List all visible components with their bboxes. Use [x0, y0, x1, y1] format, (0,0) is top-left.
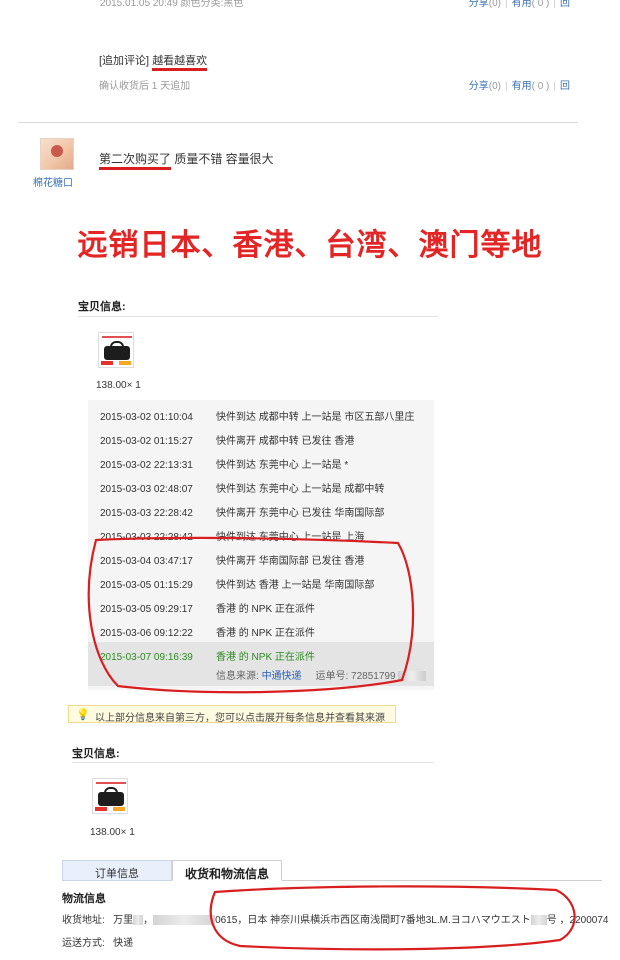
tracking-row[interactable]: 2015-03-07 09:16:39 香港 的 NPK 正在派件 — [100, 648, 315, 663]
carrier-link[interactable]: 中通快递 — [262, 671, 302, 682]
tracking-row[interactable]: 2015-03-05 01:15:29 快件到达 香港 上一站是 华南国际部 — [100, 576, 374, 591]
third-party-notice: 💡 以上部分信息来自第三方，您可以点击展开每条信息并查看其来源 — [68, 705, 396, 724]
tracking-row[interactable]: 2015-03-02 22:13:31 快件到达 东莞中心 上一站是 * — [100, 456, 348, 471]
tracking-status: 快件离开 华南国际部 已发往 香港 — [216, 556, 365, 567]
second-review-rest: 质量不错 容量很大 — [171, 152, 274, 166]
followup-comment: [追加评论] 越看越喜欢 — [99, 52, 208, 71]
followup-text: 越看越喜欢 — [152, 55, 208, 71]
tracking-row[interactable]: 2015-03-05 09:29:17 香港 的 NPK 正在派件 — [100, 600, 315, 615]
tracking-status: 快件到达 东莞中心 上一站是 成都中转 — [216, 484, 385, 495]
tracking-row[interactable]: 2015-03-03 22:28:42 快件到达 东莞中心 上一站是 上海 — [100, 528, 364, 543]
item-info-divider — [78, 316, 438, 317]
followup-label: [追加评论] — [99, 55, 150, 67]
share-link[interactable]: 分享 — [469, 0, 489, 9]
address-label: 收货地址: — [62, 915, 105, 926]
reviewer-name[interactable]: 棉花糖口 — [33, 174, 73, 189]
followup-meta: 确认收货后 1 天追加 — [99, 81, 191, 92]
tracking-time: 2015-03-02 22:13:31 — [100, 460, 193, 471]
reply-link[interactable]: 回 — [560, 81, 570, 92]
tab-shipping-info[interactable]: 收货和物流信息 — [172, 860, 282, 881]
waybill-redaction — [397, 671, 426, 682]
useful-link[interactable]: 有用 — [512, 0, 532, 9]
product-thumbnail-2[interactable] — [92, 778, 128, 814]
tracking-status: 香港 的 NPK 正在派件 — [216, 628, 315, 639]
tracking-row[interactable]: 2015-03-02 01:15:27 快件离开 成都中转 已发往 香港 — [100, 432, 354, 447]
item-price-qty: 138.00× 1 — [96, 380, 141, 391]
item-info-title: 宝贝信息: — [78, 301, 126, 313]
tracking-source: 信息来源: 中通快递 运单号: 72851799 — [216, 667, 426, 682]
review-divider — [18, 122, 578, 123]
notice-text: 以上部分信息来自第三方，您可以点击展开每条信息并查看其来源 — [95, 713, 385, 724]
second-review: 第二次购买了 质量不错 容量很大 — [99, 150, 274, 170]
phone-redaction — [153, 915, 216, 926]
share-link[interactable]: 分享 — [469, 81, 489, 92]
followup-actions: 分享(0) | 有用( 0 ) | 回 — [468, 81, 570, 92]
tracking-time: 2015-03-04 03:47:17 — [100, 556, 193, 567]
address-redaction — [530, 915, 547, 926]
share-count: (0) — [488, 0, 501, 9]
address-row: 收货地址: 万里， 0615，日本 神奈川県横浜市西区南浅間町7番地3L.M.ヨコ… — [62, 915, 609, 926]
item-info-divider-2 — [72, 762, 434, 763]
tracking-time: 2015-03-03 02:48:07 — [100, 484, 193, 495]
tracking-status: 香港 的 NPK 正在派件 — [216, 652, 315, 663]
reply-link[interactable]: 回 — [560, 0, 570, 9]
tracking-time: 2015-03-05 01:15:29 — [100, 580, 193, 591]
item-price-qty-2: 138.00× 1 — [90, 827, 135, 838]
useful-count: ( 0 ) — [531, 81, 550, 92]
address-text: 日本 神奈川県横浜市西区南浅間町7番地3L.M.ヨコハマウエスト — [247, 915, 531, 926]
promo-banner: 远销日本、香港、台湾、澳门等地 — [77, 228, 543, 263]
tracking-row[interactable]: 2015-03-06 09:12:22 香港 的 NPK 正在派件 — [100, 624, 315, 639]
tracking-time: 2015-03-03 22:28:42 — [100, 532, 193, 543]
tab-order-info[interactable]: 订单信息 — [62, 860, 172, 881]
tracking-row[interactable]: 2015-03-03 22:28:42 快件离开 东莞中心 已发往 华南国际部 — [100, 504, 384, 519]
phone-end: 0615 — [215, 915, 238, 926]
useful-link[interactable]: 有用 — [512, 81, 532, 92]
tracking-time: 2015-03-05 09:29:17 — [100, 604, 193, 615]
tracking-row[interactable]: 2015-03-02 01:10:04 快件到达 成都中转 上一站是 市区五部八里… — [100, 408, 414, 423]
tracking-status: 快件离开 东莞中心 已发往 华南国际部 — [216, 508, 385, 519]
source-label: 信息来源: — [216, 671, 259, 682]
postcode: 2200074 — [569, 915, 609, 926]
waybill-number: 72851799 — [351, 671, 396, 682]
item-info-title-2: 宝贝信息: — [72, 748, 120, 760]
reviewer-avatar[interactable] — [40, 138, 74, 170]
product-thumbnail[interactable] — [98, 332, 134, 368]
tracking-time: 2015-03-02 01:10:04 — [100, 412, 193, 423]
name-redaction — [133, 915, 144, 926]
tracking-status: 快件离开 成都中转 已发往 香港 — [216, 436, 355, 447]
tracking-status: 香港 的 NPK 正在派件 — [216, 604, 315, 615]
logistics-title: 物流信息 — [62, 893, 106, 905]
tracking-status: 快件到达 成都中转 上一站是 市区五部八里庄 — [216, 412, 415, 423]
tracking-status: 快件到达 东莞中心 上一站是 上海 — [216, 532, 365, 543]
useful-count: ( 0 ) — [531, 0, 550, 9]
shipping-method-value: 快递 — [113, 938, 134, 949]
tracking-status: 快件到达 香港 上一站是 华南国际部 — [216, 580, 375, 591]
second-review-highlight: 第二次购买了 — [99, 152, 172, 170]
shipping-method-row: 运送方式: 快递 — [62, 934, 133, 949]
lightbulb-icon: 💡 — [76, 709, 90, 721]
address-tail: 号 ， — [546, 915, 570, 926]
tracking-row[interactable]: 2015-03-03 02:48:07 快件到达 东莞中心 上一站是 成都中转 — [100, 480, 384, 495]
tracking-row[interactable]: 2015-03-04 03:47:17 快件离开 华南国际部 已发往 香港 — [100, 552, 364, 567]
tracking-time: 2015-03-02 01:15:27 — [100, 436, 193, 447]
top-review-actions: 分享(0) | 有用( 0 ) | 回 — [468, 0, 570, 9]
tracking-status: 快件到达 东莞中心 上一站是 * — [216, 460, 349, 471]
tracking-time: 2015-03-07 09:16:39 — [100, 652, 193, 663]
tracking-time: 2015-03-03 22:28:42 — [100, 508, 193, 519]
tracking-time: 2015-03-06 09:12:22 — [100, 628, 193, 639]
share-count: (0) — [488, 81, 501, 92]
top-review-meta: 2015.01.05 20:49 颜色分类:黑色 — [100, 0, 244, 9]
shipping-method-label: 运送方式: — [62, 938, 105, 949]
waybill-label: 运单号: — [315, 671, 349, 682]
recipient-name: 万里 — [113, 915, 134, 926]
